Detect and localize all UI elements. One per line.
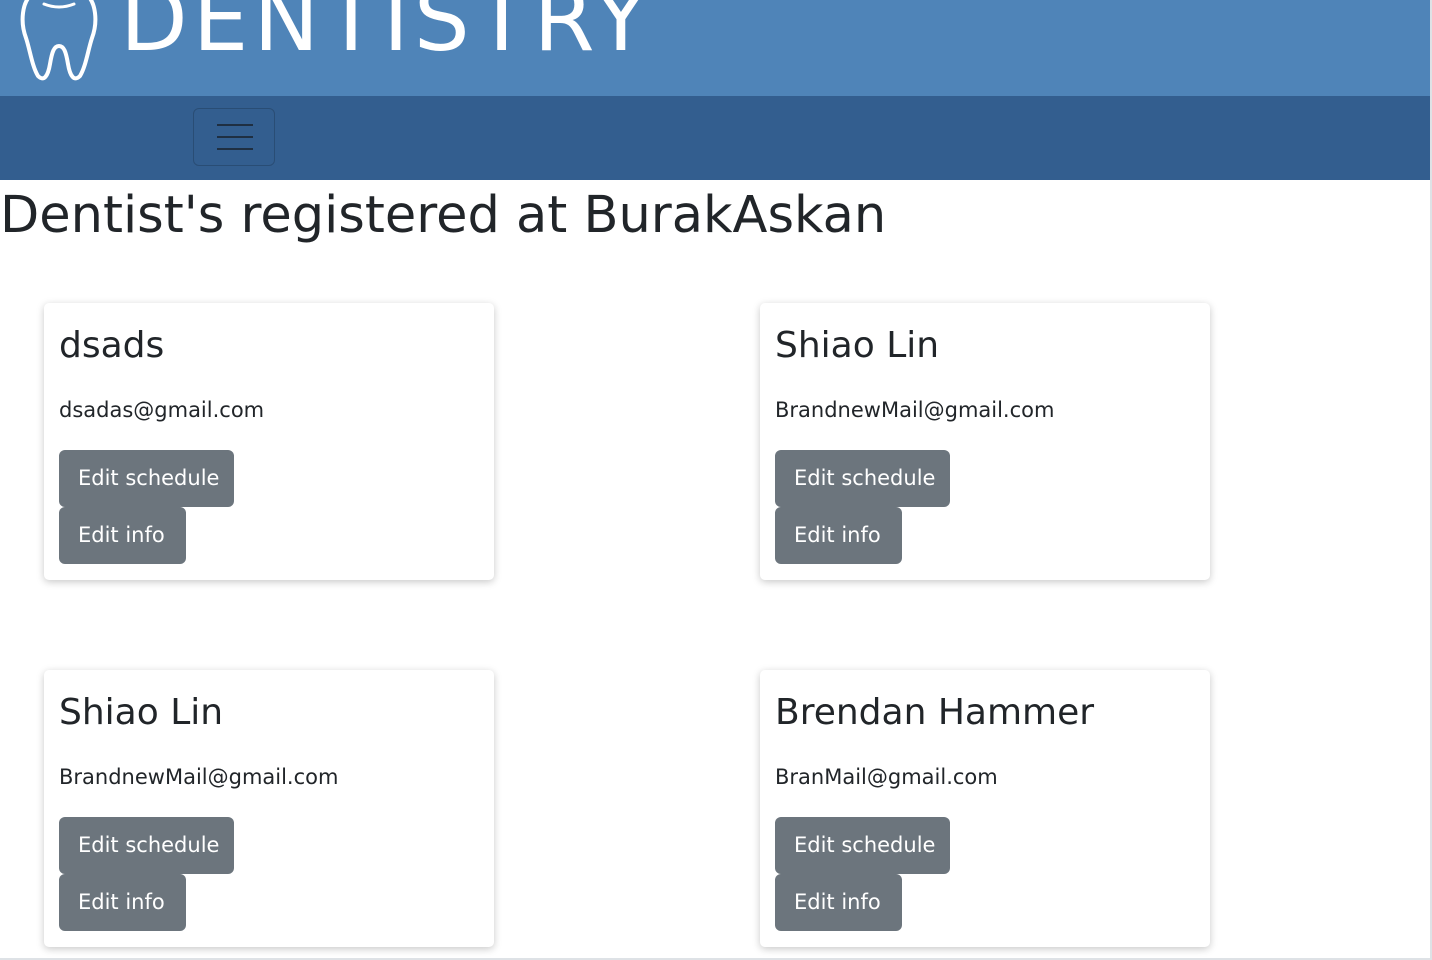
dentist-email: dsadas@gmail.com	[59, 398, 265, 422]
brand-header: DENTISTRY	[0, 0, 1430, 96]
brand-name[interactable]: DENTISTRY	[120, 0, 653, 64]
edit-schedule-button[interactable]: Edit schedule	[59, 817, 234, 874]
dentist-card: dsads dsadas@gmail.com Edit schedule Edi…	[44, 303, 494, 580]
edit-info-button[interactable]: Edit info	[59, 874, 186, 931]
tooth-icon	[20, 0, 98, 81]
dentist-email: BrandnewMail@gmail.com	[775, 398, 1055, 422]
hamburger-menu-icon	[217, 124, 253, 126]
dentist-name: Shiao Lin	[775, 325, 940, 366]
edit-schedule-button[interactable]: Edit schedule	[775, 817, 950, 874]
dentist-name: Brendan Hammer	[775, 692, 1095, 733]
page: DENTISTRY Dentist's registered at BurakA…	[0, 0, 1432, 960]
dentist-card: Shiao Lin BrandnewMail@gmail.com Edit sc…	[760, 303, 1210, 580]
navbar-toggler-button[interactable]	[193, 108, 275, 166]
dentist-card: Brendan Hammer BranMail@gmail.com Edit s…	[760, 670, 1210, 947]
dentist-name: Shiao Lin	[59, 692, 224, 733]
edit-schedule-button[interactable]: Edit schedule	[775, 450, 950, 507]
dentist-email: BranMail@gmail.com	[775, 765, 998, 789]
navbar	[0, 96, 1430, 180]
edit-info-button[interactable]: Edit info	[775, 507, 902, 564]
dentist-email: BrandnewMail@gmail.com	[59, 765, 339, 789]
hamburger-menu-icon	[217, 148, 253, 150]
dentist-name: dsads	[59, 325, 165, 366]
edit-schedule-button[interactable]: Edit schedule	[59, 450, 234, 507]
dentist-card: Shiao Lin BrandnewMail@gmail.com Edit sc…	[44, 670, 494, 947]
page-title: Dentist's registered at BurakAskan	[0, 186, 887, 245]
edit-info-button[interactable]: Edit info	[59, 507, 186, 564]
edit-info-button[interactable]: Edit info	[775, 874, 902, 931]
hamburger-menu-icon	[217, 136, 253, 138]
